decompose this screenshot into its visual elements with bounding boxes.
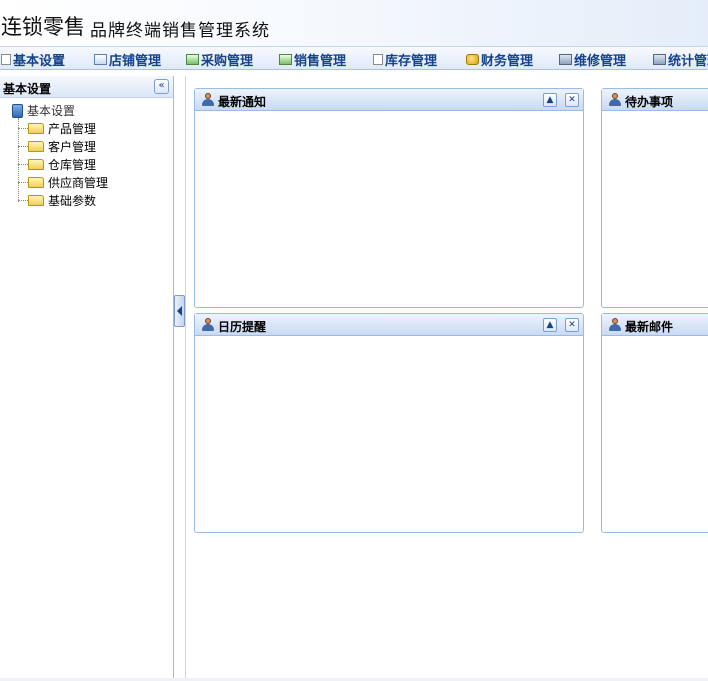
document-icon [373, 53, 383, 65]
portlet-title: 最新邮件 [625, 320, 674, 334]
user-icon [609, 93, 621, 106]
menu-item-finance-management[interactable]: 财务管理 [466, 50, 534, 69]
portlet-header: 最新通知 ▲ ✕ [195, 89, 583, 111]
tree-item-basic-parameters[interactable]: 基础参数 [18, 192, 96, 209]
folder-icon [28, 195, 44, 206]
portlet-latest-notices: 最新通知 ▲ ✕ [194, 88, 584, 308]
portlet-header: 日历提醒 ▲ ✕ [195, 314, 583, 336]
window-icon [279, 53, 292, 65]
tree-item-suppliers[interactable]: 供应商管理 [18, 174, 108, 191]
tree-root-basic-settings[interactable]: 基本设置 [12, 102, 75, 119]
tree-item-label: 客户管理 [48, 140, 97, 154]
portlet-latest-mail: 最新邮件 [601, 313, 708, 533]
folder-icon [28, 141, 44, 152]
tree-connector [18, 128, 28, 129]
portlet-calendar-reminders: 日历提醒 ▲ ✕ [194, 313, 584, 533]
document-icon [1, 53, 11, 65]
menu-item-label: 统计管理 [668, 53, 708, 69]
sidebar: 基本设置 « 基本设置 产品管理 客户管理 仓库管理 供应商管理 基础参数 [0, 76, 174, 678]
portlet-header: 最新邮件 [602, 314, 708, 336]
close-portlet-button[interactable]: ✕ [565, 93, 579, 107]
tree-item-customers[interactable]: 客户管理 [18, 138, 96, 155]
menu-item-sales-management[interactable]: 销售管理 [279, 50, 347, 69]
app-title: 连锁零售 [1, 15, 85, 39]
tree-connector [18, 164, 28, 165]
user-icon [202, 318, 214, 331]
menu-item-label: 销售管理 [294, 53, 347, 69]
tree-item-label: 基础参数 [48, 194, 97, 208]
folder-icon [28, 177, 44, 188]
computer-icon [653, 53, 666, 65]
menu-item-repair-management[interactable]: 维修管理 [559, 50, 627, 69]
menu-item-basic-settings[interactable]: 基本设置 [1, 50, 66, 69]
collapse-sidebar-button[interactable]: « [154, 79, 169, 94]
computer-icon [12, 103, 23, 118]
menu-item-inventory-management[interactable]: 库存管理 [373, 50, 438, 69]
portlet-todo-items: 待办事项 [601, 88, 708, 308]
computer-icon [559, 53, 572, 65]
menu-item-label: 维修管理 [574, 53, 627, 69]
folder-icon [28, 123, 44, 134]
user-icon [609, 318, 621, 331]
coins-icon [466, 53, 479, 65]
menu-item-label: 店铺管理 [109, 53, 162, 69]
menu-item-purchase-management[interactable]: 采购管理 [186, 50, 254, 69]
tree-root-label: 基本设置 [27, 104, 76, 118]
collapse-portlet-button[interactable]: ▲ [543, 318, 557, 332]
menu-item-label: 基本设置 [13, 53, 66, 69]
main-content: 最新通知 ▲ ✕ 待办事项 日历提醒 ▲ ✕ 最新邮件 [185, 76, 708, 678]
tree-item-label: 产品管理 [48, 122, 97, 136]
app-subtitle: 品牌终端销售管理系统 [90, 21, 270, 41]
portlet-header: 待办事项 [602, 89, 708, 111]
tree-connector [18, 182, 28, 183]
tree-item-label: 仓库管理 [48, 158, 97, 172]
window-icon [94, 53, 107, 65]
menu-item-store-management[interactable]: 店铺管理 [94, 50, 162, 69]
tree-connector [18, 146, 28, 147]
folder-icon [28, 159, 44, 170]
tree-item-products[interactable]: 产品管理 [18, 120, 96, 137]
tree-item-label: 供应商管理 [48, 176, 109, 190]
portlet-title: 日历提醒 [218, 320, 267, 334]
tree-item-warehouses[interactable]: 仓库管理 [18, 156, 96, 173]
app-header: 连锁零售 品牌终端销售管理系统 [0, 0, 708, 46]
sidebar-header: 基本设置 « [0, 76, 173, 98]
tree-connector [18, 200, 28, 201]
collapse-splitter-handle[interactable] [174, 295, 185, 327]
menu-item-label: 库存管理 [385, 53, 438, 69]
user-icon [202, 93, 214, 106]
sidebar-title: 基本设置 [3, 82, 52, 96]
close-portlet-button[interactable]: ✕ [565, 318, 579, 332]
menu-item-label: 采购管理 [201, 53, 254, 69]
menu-item-statistics-management[interactable]: 统计管理 [653, 50, 708, 69]
main-menu: 基本设置 店铺管理 采购管理 销售管理 库存管理 财务管理 维修管理 统计管理 [0, 46, 708, 70]
window-icon [186, 53, 199, 65]
menu-item-label: 财务管理 [481, 53, 534, 69]
portlet-title: 待办事项 [625, 95, 674, 109]
portlet-title: 最新通知 [218, 95, 267, 109]
collapse-portlet-button[interactable]: ▲ [543, 93, 557, 107]
